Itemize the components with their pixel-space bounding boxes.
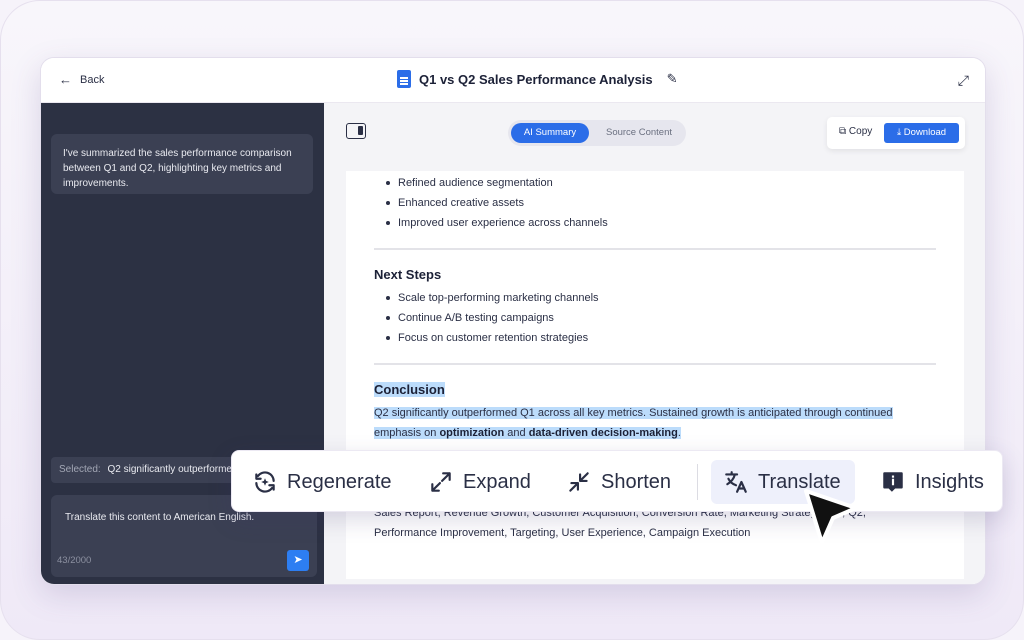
panel-toggle-icon[interactable] [346, 123, 366, 139]
content-area: AI Summary Source Content ⧉ Copy ⤓ Downl… [324, 103, 985, 584]
back-button[interactable]: ← Back [59, 72, 104, 87]
send-icon: ➤ [293, 554, 303, 566]
chat-input[interactable]: Translate this content to American Engli… [65, 512, 254, 523]
insights-button[interactable]: Insights [868, 460, 996, 504]
list-item: Refined audience segmentation [374, 173, 936, 193]
expand-label: Expand [463, 470, 531, 493]
divider [374, 363, 936, 365]
next-steps-list: Scale top-performing marketing channels … [374, 288, 936, 348]
shorten-icon [569, 472, 589, 492]
conclusion-end: . [677, 427, 681, 439]
copy-label: Copy [848, 126, 873, 137]
view-toggle: AI Summary Source Content [508, 120, 686, 146]
download-label: Download [903, 127, 947, 138]
mouse-pointer-icon [804, 489, 858, 545]
conclusion-heading: Conclusion [374, 382, 936, 397]
copy-icon: ⧉ [839, 126, 847, 137]
tab-source-content[interactable]: Source Content [596, 123, 682, 143]
regenerate-icon [255, 471, 275, 493]
shorten-button[interactable]: Shorten [554, 460, 683, 504]
list-item: Improved user experience across channels [374, 213, 936, 233]
regenerate-label: Regenerate [287, 470, 392, 493]
list-item: Continue A/B testing campaigns [374, 308, 936, 328]
character-counter: 43/2000 [57, 555, 92, 566]
expand-button[interactable]: Expand [416, 460, 543, 504]
divider [374, 248, 936, 250]
document-icon [397, 70, 411, 88]
action-group: ⧉ Copy ⤓ Download [827, 117, 965, 149]
arrow-left-icon: ← [59, 72, 72, 87]
fullscreen-icon[interactable]: ⤢ [958, 72, 969, 89]
back-label: Back [80, 73, 105, 86]
next-steps-heading: Next Steps [374, 267, 442, 282]
page-title: Q1 vs Q2 Sales Performance Analysis [419, 71, 653, 87]
insights-label: Insights [915, 470, 984, 493]
conclusion-bold-1: optimization [439, 427, 505, 439]
shorten-label: Shorten [601, 470, 672, 493]
bullet-list-top: Refined audience segmentation Enhanced c… [374, 173, 936, 233]
send-button[interactable]: ➤ [287, 550, 309, 571]
download-icon: ⤓ [896, 127, 902, 138]
toolbar-divider [697, 464, 698, 500]
tab-ai-summary[interactable]: AI Summary [511, 123, 589, 143]
copy-button[interactable]: ⧉ Copy [839, 126, 872, 137]
conclusion-heading-text: Conclusion [374, 382, 445, 397]
list-item: Scale top-performing marketing channels [374, 288, 936, 308]
translate-icon [725, 471, 747, 493]
list-item: Enhanced creative assets [374, 193, 936, 213]
conclusion-paragraph: Q2 significantly outperformed Q1 across … [374, 403, 936, 443]
conclusion-bold-2: data-driven decision-making [528, 427, 678, 439]
regenerate-button[interactable]: Regenerate [240, 460, 404, 504]
top-bar: ← Back Q1 vs Q2 Sales Performance Analys… [41, 58, 985, 103]
edit-title-icon[interactable]: ✎ [667, 71, 678, 87]
insights-icon [883, 472, 903, 492]
conclusion-and: and [504, 427, 529, 439]
download-button[interactable]: ⤓ Download [884, 123, 959, 143]
ai-message: I've summarized the sales performance co… [51, 134, 313, 194]
chat-panel: I've summarized the sales performance co… [41, 103, 324, 584]
summary-document: Refined audience segmentation Enhanced c… [346, 171, 964, 579]
ai-action-toolbar: Regenerate Expand Shorten Translate Insi… [231, 450, 1003, 512]
selected-label: Selected: [59, 464, 101, 475]
list-item: Focus on customer retention strategies [374, 328, 936, 348]
expand-icon [431, 472, 451, 492]
title-group: Q1 vs Q2 Sales Performance Analysis ✎ [397, 70, 678, 88]
